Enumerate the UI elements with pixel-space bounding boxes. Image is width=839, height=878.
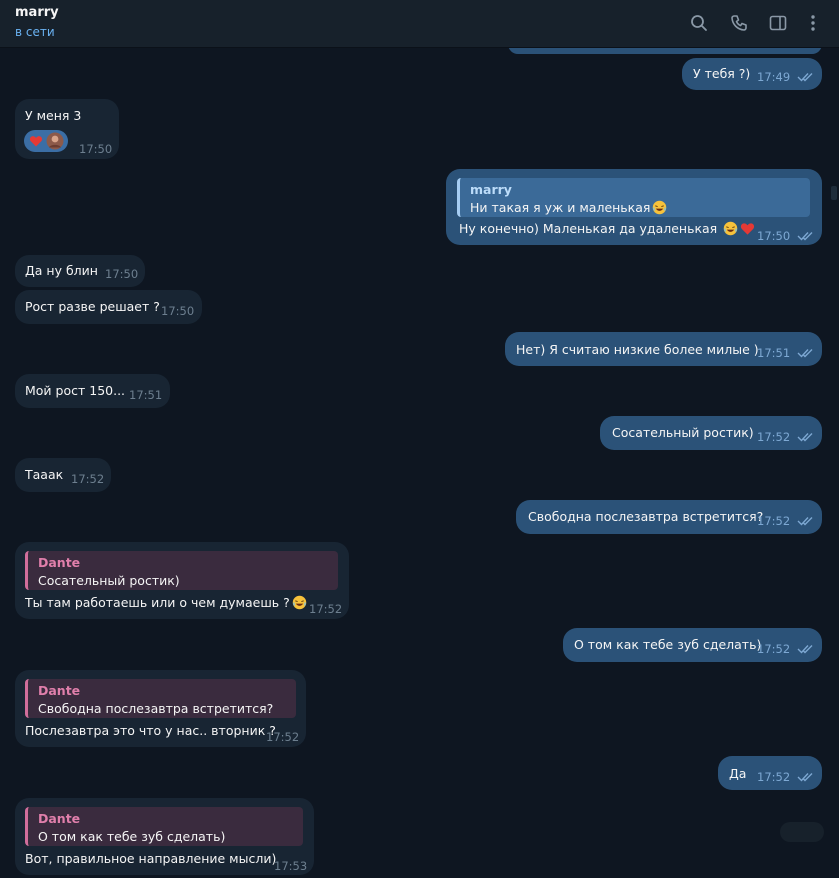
message-time: 17:53 (274, 859, 308, 873)
reply-text: Свободна послезавтра встретится? (38, 701, 274, 716)
message-time: 17:49 (757, 70, 791, 84)
heart-icon (29, 136, 43, 147)
chat-header: marry в сети (0, 0, 839, 48)
sidebar-toggle-icon[interactable] (768, 13, 788, 33)
message-time: 17:50 (161, 304, 195, 318)
message-time: 17:50 (757, 229, 791, 243)
reply-quote[interactable]: Dante О том как тебе зуб сделать) (25, 807, 303, 846)
message-incoming-reply[interactable]: Dante О том как тебе зуб сделать) Вот, п… (15, 798, 314, 875)
message-text: Да (729, 766, 747, 781)
message-time: 17:52 (757, 642, 791, 656)
message-outgoing[interactable]: Свободна послезавтра встретится? 17:52 (516, 500, 822, 534)
heart-emoji-icon (741, 223, 755, 235)
message-outgoing[interactable]: О том как тебе зуб сделать) 17:52 (563, 628, 822, 662)
message-time: 17:52 (309, 602, 343, 616)
reply-author: marry (470, 182, 512, 197)
more-vertical-icon[interactable] (803, 13, 823, 33)
message-outgoing[interactable]: У тебя ?) 17:49 (682, 58, 822, 90)
message-time: 17:50 (105, 267, 139, 281)
read-receipt-icon (797, 71, 815, 83)
reply-quote[interactable]: marry Ни такая я уж и маленькая (457, 178, 810, 217)
message-outgoing[interactable]: Сосательный ростик) 17:52 (600, 416, 822, 450)
message-outgoing[interactable]: Нет) Я считаю низкие более милые ) 17:51 (505, 332, 822, 366)
message-outgoing-reply[interactable]: marry Ни такая я уж и маленькая Ну конеч… (446, 169, 822, 245)
message-text: Мой рост 150... (25, 383, 126, 398)
message-outgoing[interactable]: Да 17:52 (718, 756, 822, 790)
scrollbar-thumb[interactable] (831, 186, 837, 200)
message-text: Сосательный ростик) (612, 425, 754, 440)
message-text: Нет) Я считаю низкие более милые ) (516, 342, 759, 357)
message-text: У меня 3 (25, 108, 82, 123)
message-time: 17:52 (757, 514, 791, 528)
read-receipt-icon (797, 431, 815, 443)
scroll-to-bottom-button[interactable] (780, 822, 824, 842)
message-time: 17:51 (757, 346, 791, 360)
read-receipt-icon (797, 347, 815, 359)
search-icon[interactable] (689, 13, 709, 33)
reply-text: Ни такая я уж и маленькая (470, 199, 667, 217)
reply-text: Сосательный ростик) (38, 573, 180, 588)
message-incoming[interactable]: У меня 3 17:50 (15, 99, 119, 159)
message-text: Да ну блин (25, 263, 98, 278)
read-receipt-icon (797, 643, 815, 655)
message-incoming[interactable]: Тааак 17:52 (15, 458, 111, 492)
message-text: Послезавтра это что у нас.. вторник ? (25, 723, 276, 738)
message-text: Тааак (25, 467, 64, 482)
message-text: О том как тебе зуб сделать) (574, 637, 762, 652)
avatar (46, 132, 64, 150)
message-incoming-reply[interactable]: Dante Свободна послезавтра встретится? П… (15, 670, 306, 747)
reply-author: Dante (38, 683, 81, 698)
reply-quote[interactable]: Dante Свободна послезавтра встретится? (25, 679, 296, 718)
reply-quote[interactable]: Dante Сосательный ростик) (25, 551, 338, 590)
contact-name[interactable]: marry (15, 5, 59, 20)
read-receipt-icon (797, 771, 815, 783)
laughing-emoji-icon (292, 595, 306, 610)
message-incoming[interactable]: Рост разве решает ? 17:50 (15, 290, 202, 324)
message-time: 17:52 (757, 430, 791, 444)
message-incoming-reply[interactable]: Dante Сосательный ростик) Ты там работае… (15, 542, 349, 619)
laughing-emoji-icon (723, 221, 738, 236)
reactions-badge[interactable] (24, 130, 68, 152)
message-text: Рост разве решает ? (25, 299, 160, 314)
phone-icon[interactable] (729, 13, 749, 33)
read-receipt-icon (797, 230, 815, 242)
message-incoming[interactable]: Да ну блин 17:50 (15, 255, 145, 287)
laughing-emoji-icon (653, 200, 667, 215)
message-time: 17:52 (757, 770, 791, 784)
message-time: 17:52 (71, 472, 105, 486)
message-bubble-partial[interactable] (508, 48, 822, 54)
message-list[interactable]: У тебя ?) 17:49 У меня 3 17:50 marry Ни … (0, 48, 839, 878)
message-incoming[interactable]: Мой рост 150... 17:51 (15, 374, 170, 408)
message-text: Свободна послезавтра встретится? (528, 509, 764, 524)
message-time: 17:50 (79, 142, 113, 156)
online-status: в сети (15, 25, 55, 39)
message-text: У тебя ?) (693, 66, 751, 81)
reply-text: О том как тебе зуб сделать) (38, 829, 226, 844)
message-text: Ну конечно) Маленькая да удаленькая (459, 220, 755, 238)
reply-author: Dante (38, 555, 81, 570)
message-time: 17:51 (129, 388, 163, 402)
read-receipt-icon (797, 515, 815, 527)
message-time: 17:52 (266, 730, 300, 744)
reply-author: Dante (38, 811, 81, 826)
message-text: Ты там работаешь или о чем думаешь ? (25, 594, 307, 612)
message-text: Вот, правильное направление мысли) (25, 851, 277, 866)
